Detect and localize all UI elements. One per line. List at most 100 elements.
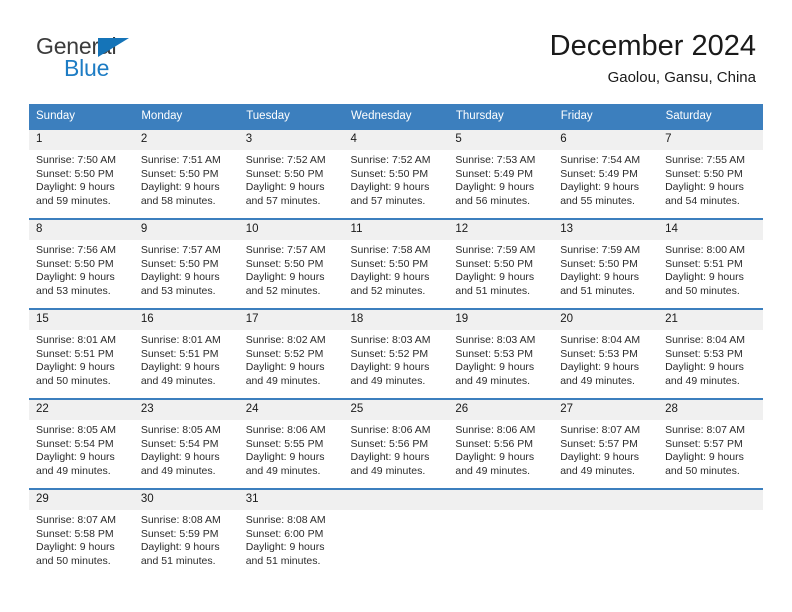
daylight-duration-line2: and 57 minutes.	[350, 195, 426, 208]
daylight-duration-line2: and 49 minutes.	[140, 375, 216, 388]
calendar-cell-empty	[553, 488, 659, 579]
daylight-duration-line1: Daylight: 9 hours	[455, 271, 535, 284]
calendar-day-cell[interactable]: 18 Sunrise: 8:03 AM Sunset: 5:52 PM Dayligh…	[343, 308, 449, 399]
day-number: 4	[343, 130, 449, 150]
sunrise-time: Sunrise: 7:52 AM	[350, 154, 431, 166]
day-number-blank	[448, 490, 554, 510]
calendar-day-cell[interactable]: 9 Sunrise: 7:57 AM Sunset: 5:50 PM Daylight…	[133, 218, 239, 309]
sunset-time: Sunset: 5:50 PM	[455, 257, 534, 270]
calendar-day-cell[interactable]: 12 Sunrise: 7:59 AM Sunset: 5:50 PM Dayligh…	[448, 218, 554, 309]
logo-text-blue: Blue	[64, 55, 110, 81]
day-details: Sunrise: 8:08 AM Sunset: 6:00 PM Daylight:…	[239, 510, 344, 569]
sunrise-time: Sunrise: 8:01 AM	[36, 334, 116, 346]
calendar-day-cell[interactable]: 11 Sunrise: 7:58 AM Sunset: 5:50 PM Dayligh…	[343, 218, 449, 309]
calendar-body: 1 Sunrise: 7:50 AM Sunset: 5:50 PM Daylight…	[29, 128, 763, 579]
sunrise-time: Sunrise: 8:04 AM	[665, 334, 746, 346]
day-number: 10	[238, 220, 344, 240]
day-number: 1	[29, 130, 134, 150]
day-number: 22	[29, 400, 134, 420]
calendar-day-cell[interactable]: 2 Sunrise: 7:51 AM Sunset: 5:50 PM Daylight…	[133, 128, 239, 219]
day-number-blank	[553, 490, 659, 510]
calendar-day-cell[interactable]: 22 Sunrise: 8:05 AM Sunset: 5:54 PM Dayligh…	[29, 398, 134, 489]
day-details: Sunrise: 8:07 AM Sunset: 5:58 PM Daylight:…	[29, 510, 134, 569]
sunrise-time: Sunrise: 8:01 AM	[140, 334, 221, 346]
calendar-day-cell[interactable]: 30 Sunrise: 8:08 AM Sunset: 5:59 PM Dayligh…	[133, 488, 239, 579]
calendar-day-cell[interactable]: 17 Sunrise: 8:02 AM Sunset: 5:52 PM Dayligh…	[238, 308, 344, 399]
calendar-day-cell[interactable]: 13 Sunrise: 7:59 AM Sunset: 5:50 PM Dayligh…	[553, 218, 659, 309]
calendar-day-cell[interactable]: 15 Sunrise: 8:01 AM Sunset: 5:51 PM Dayligh…	[29, 308, 134, 399]
sunset-time: Sunset: 5:50 PM	[350, 257, 429, 270]
day-number: 5	[448, 130, 554, 150]
calendar-day-cell[interactable]: 3 Sunrise: 7:52 AM Sunset: 5:50 PM Daylight…	[238, 128, 344, 219]
day-number: 2	[133, 130, 239, 150]
calendar-day-cell[interactable]: 31 Sunrise: 8:08 AM Sunset: 6:00 PM Dayligh…	[238, 488, 344, 579]
calendar-day-cell[interactable]: 7 Sunrise: 7:55 AM Sunset: 5:50 PM Daylight…	[658, 128, 763, 219]
day-details: Sunrise: 8:01 AM Sunset: 5:51 PM Daylight:…	[134, 330, 239, 389]
sunrise-time: Sunrise: 8:07 AM	[665, 424, 746, 436]
day-details: Sunrise: 8:05 AM Sunset: 5:54 PM Daylight:…	[134, 420, 239, 479]
calendar-day-cell[interactable]: 19 Sunrise: 8:03 AM Sunset: 5:53 PM Dayligh…	[448, 308, 554, 399]
calendar-day-cell[interactable]: 8 Sunrise: 7:56 AM Sunset: 5:50 PM Daylight…	[29, 218, 134, 309]
sunset-time: Sunset: 5:51 PM	[140, 347, 219, 360]
sunset-time: Sunset: 5:53 PM	[560, 347, 638, 360]
sunset-time: Sunset: 5:50 PM	[140, 167, 219, 180]
day-details: Sunrise: 8:01 AM Sunset: 5:51 PM Daylight:…	[29, 330, 134, 389]
daylight-duration-line1: Daylight: 9 hours	[245, 181, 325, 194]
calendar-day-cell[interactable]: 1 Sunrise: 7:50 AM Sunset: 5:50 PM Daylight…	[29, 128, 134, 219]
title-block: December 2024 Gaolou, Gansu, China	[550, 28, 756, 87]
calendar-day-cell[interactable]: 20 Sunrise: 8:04 AM Sunset: 5:53 PM Dayligh…	[553, 308, 659, 399]
sunrise-time: Sunrise: 7:53 AM	[455, 154, 536, 166]
calendar-day-cell[interactable]: 6 Sunrise: 7:54 AM Sunset: 5:49 PM Daylight…	[553, 128, 659, 219]
calendar-day-cell[interactable]: 16 Sunrise: 8:01 AM Sunset: 5:51 PM Dayligh…	[133, 308, 239, 399]
daylight-duration-line1: Daylight: 9 hours	[245, 361, 325, 374]
calendar-day-cell[interactable]: 5 Sunrise: 7:53 AM Sunset: 5:49 PM Daylight…	[448, 128, 554, 219]
daylight-duration-line2: and 50 minutes.	[665, 465, 740, 478]
calendar-day-cell[interactable]: 4 Sunrise: 7:52 AM Sunset: 5:50 PM Daylight…	[343, 128, 449, 219]
sunrise-time: Sunrise: 8:02 AM	[245, 334, 326, 346]
calendar-day-cell[interactable]: 25 Sunrise: 8:06 AM Sunset: 5:56 PM Dayligh…	[343, 398, 449, 489]
calendar-day-cell[interactable]: 21 Sunrise: 8:04 AM Sunset: 5:53 PM Dayligh…	[658, 308, 763, 399]
daylight-duration-line1: Daylight: 9 hours	[140, 271, 220, 284]
day-details: Sunrise: 7:51 AM Sunset: 5:50 PM Daylight:…	[134, 150, 239, 209]
daylight-duration-line1: Daylight: 9 hours	[665, 271, 744, 284]
day-details: Sunrise: 7:55 AM Sunset: 5:50 PM Daylight:…	[658, 150, 763, 209]
calendar-day-cell[interactable]: 24 Sunrise: 8:06 AM Sunset: 5:55 PM Dayligh…	[238, 398, 344, 489]
sunset-time: Sunset: 5:50 PM	[560, 257, 638, 270]
day-number: 17	[238, 310, 344, 330]
calendar-day-cell[interactable]: 27 Sunrise: 8:07 AM Sunset: 5:57 PM Dayligh…	[553, 398, 659, 489]
calendar-page: General Blue December 2024 Gaolou, Gansu…	[0, 0, 792, 612]
day-number: 12	[448, 220, 554, 240]
calendar-day-cell[interactable]: 14 Sunrise: 8:00 AM Sunset: 5:51 PM Dayligh…	[658, 218, 763, 309]
calendar-day-cell[interactable]: 23 Sunrise: 8:05 AM Sunset: 5:54 PM Dayligh…	[133, 398, 239, 489]
calendar-day-cell[interactable]: 29 Sunrise: 8:07 AM Sunset: 5:58 PM Dayligh…	[29, 488, 134, 579]
day-number: 9	[133, 220, 239, 240]
day-number: 25	[343, 400, 449, 420]
daylight-duration-line2: and 54 minutes.	[665, 195, 740, 208]
daylight-duration-line1: Daylight: 9 hours	[350, 451, 430, 464]
sunset-time: Sunset: 5:58 PM	[36, 527, 114, 540]
sunset-time: Sunset: 5:57 PM	[560, 437, 638, 450]
day-details: Sunrise: 8:06 AM Sunset: 5:55 PM Daylight:…	[239, 420, 344, 479]
daylight-duration-line1: Daylight: 9 hours	[140, 181, 220, 194]
sunrise-time: Sunrise: 7:59 AM	[455, 244, 536, 256]
calendar-day-cell[interactable]: 26 Sunrise: 8:06 AM Sunset: 5:56 PM Dayligh…	[448, 398, 554, 489]
calendar-week-row: 15 Sunrise: 8:01 AM Sunset: 5:51 PM Dayligh…	[29, 308, 763, 399]
calendar-day-cell[interactable]: 10 Sunrise: 7:57 AM Sunset: 5:50 PM Dayligh…	[238, 218, 344, 309]
daylight-duration-line1: Daylight: 9 hours	[350, 361, 430, 374]
day-number: 24	[238, 400, 344, 420]
sunset-time: Sunset: 6:00 PM	[245, 527, 324, 540]
daylight-duration-line2: and 55 minutes.	[560, 195, 635, 208]
sunset-time: Sunset: 5:55 PM	[245, 437, 324, 450]
sunrise-time: Sunrise: 7:57 AM	[245, 244, 326, 256]
sunset-time: Sunset: 5:50 PM	[36, 167, 114, 180]
sunrise-time: Sunrise: 8:07 AM	[36, 514, 116, 526]
weekday-header-saturday: Saturday	[658, 104, 764, 129]
sunset-time: Sunset: 5:51 PM	[665, 257, 743, 270]
daylight-duration-line1: Daylight: 9 hours	[36, 181, 115, 194]
calendar-week-row: 1 Sunrise: 7:50 AM Sunset: 5:50 PM Daylight…	[29, 128, 763, 219]
daylight-duration-line1: Daylight: 9 hours	[665, 181, 744, 194]
calendar-day-cell[interactable]: 28 Sunrise: 8:07 AM Sunset: 5:57 PM Dayligh…	[658, 398, 763, 489]
sunset-time: Sunset: 5:50 PM	[245, 257, 324, 270]
generalblue-logo[interactable]: General Blue	[36, 33, 256, 89]
sunrise-time: Sunrise: 8:07 AM	[560, 424, 641, 436]
